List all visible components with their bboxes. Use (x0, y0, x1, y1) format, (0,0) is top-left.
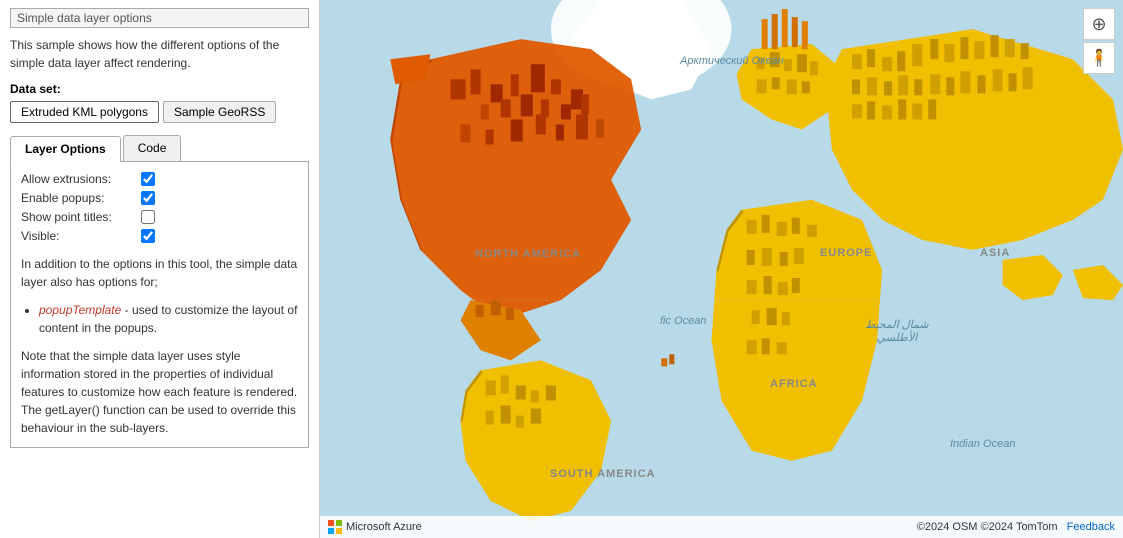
option-row-titles: Show point titles: (21, 210, 298, 224)
checkbox-visible[interactable] (141, 229, 155, 243)
option-label-popups: Enable popups: (21, 191, 141, 205)
feedback-link[interactable]: Feedback (1067, 521, 1115, 533)
zoom-in-button[interactable]: ⊕ (1083, 8, 1115, 40)
checkbox-show-point-titles[interactable] (141, 210, 155, 224)
tabs: Layer Options Code (10, 135, 309, 162)
option-label-titles: Show point titles: (21, 210, 141, 224)
map-copyright: ©2024 OSM ©2024 TomTom Feedback (917, 521, 1115, 533)
info-text: In addition to the options in this tool,… (21, 255, 298, 291)
azure-squares-icon (328, 520, 342, 534)
map-svg[interactable] (320, 0, 1123, 538)
tab-layer-options[interactable]: Layer Options (10, 136, 121, 162)
azure-sq-blue (328, 528, 334, 534)
azure-sq-red (328, 520, 334, 526)
checkbox-enable-popups[interactable] (141, 191, 155, 205)
option-label-extrusions: Allow extrusions: (21, 172, 141, 186)
note-text: Note that the simple data layer uses sty… (21, 347, 298, 437)
popup-template-highlight: popupTemplate (39, 303, 121, 317)
options-table: Allow extrusions: Enable popups: Show po… (21, 172, 298, 243)
azure-logo: Microsoft Azure (328, 520, 422, 534)
tab-content: Allow extrusions: Enable popups: Show po… (10, 162, 309, 448)
map-area: NORTH AMERICA SOUTH AMERICA EUROPE AFRIC… (320, 0, 1123, 538)
checkbox-allow-extrusions[interactable] (141, 172, 155, 186)
tab-code[interactable]: Code (123, 135, 182, 161)
dataset-btn-georss[interactable]: Sample GeoRSS (163, 101, 276, 123)
map-controls: ⊕ 🧍 (1083, 8, 1115, 74)
map-footer: Microsoft Azure ©2024 OSM ©2024 TomTom F… (320, 516, 1123, 538)
option-row-popups: Enable popups: (21, 191, 298, 205)
option-row-extrusions: Allow extrusions: (21, 172, 298, 186)
section-title: Simple data layer options (10, 8, 309, 28)
bullet-item-1: popupTemplate - used to customize the la… (39, 301, 298, 337)
dataset-btn-kml[interactable]: Extruded KML polygons (10, 101, 159, 123)
option-label-visible: Visible: (21, 229, 141, 243)
azure-label: Microsoft Azure (346, 521, 422, 533)
azure-sq-green (336, 520, 342, 526)
bullet-list: popupTemplate - used to customize the la… (39, 301, 298, 337)
azure-sq-yellow (336, 528, 342, 534)
left-panel: Simple data layer options This sample sh… (0, 0, 320, 538)
dataset-label: Data set: (10, 82, 309, 96)
dataset-buttons: Extruded KML polygons Sample GeoRSS (10, 101, 309, 123)
street-view-button[interactable]: 🧍 (1083, 42, 1115, 74)
option-row-visible: Visible: (21, 229, 298, 243)
description-text: This sample shows how the different opti… (10, 36, 309, 72)
